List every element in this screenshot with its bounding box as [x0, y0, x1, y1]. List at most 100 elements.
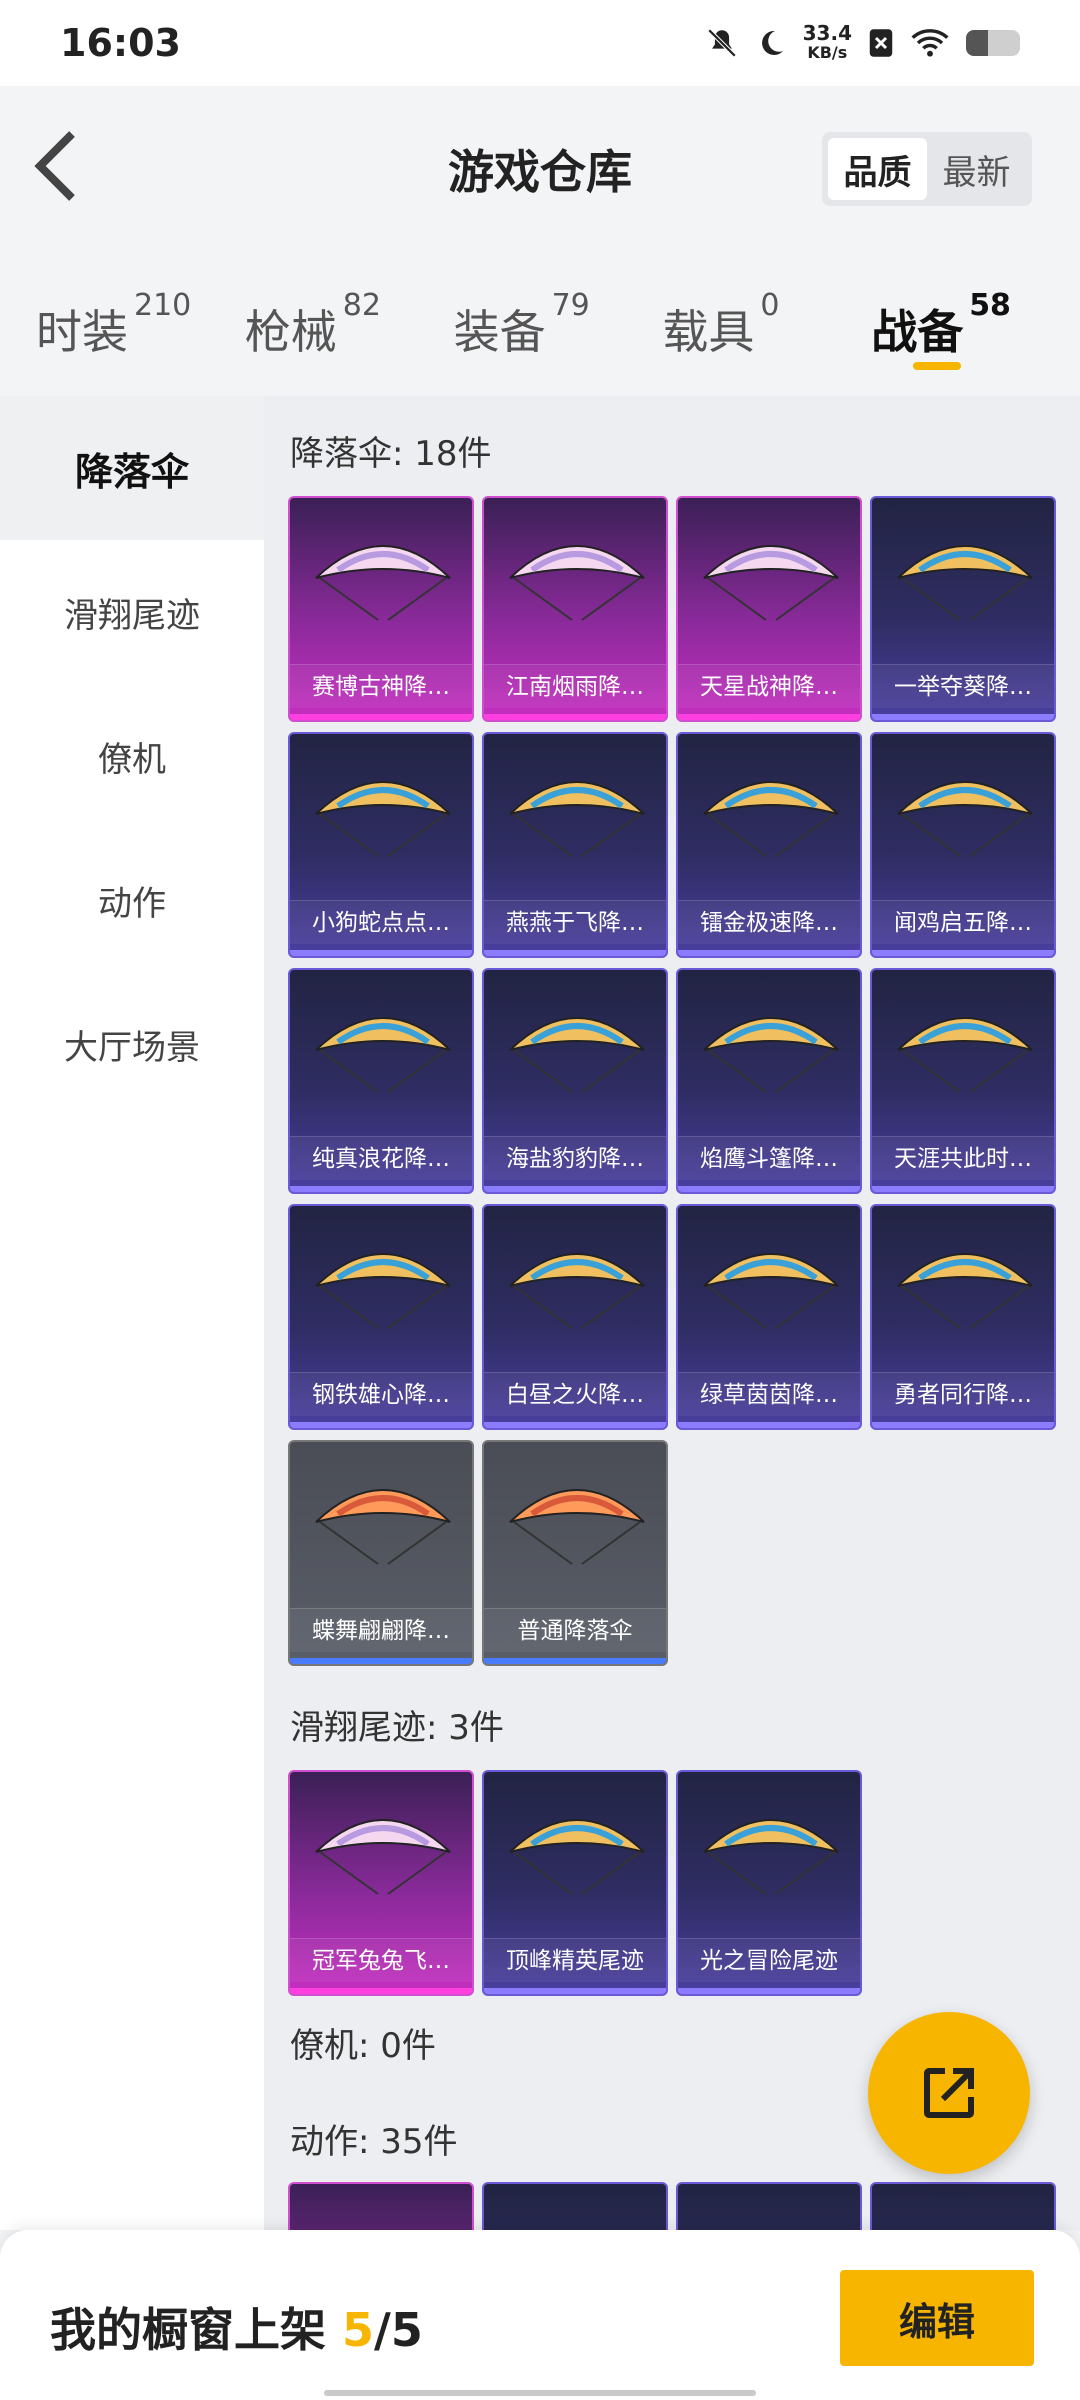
- rarity-bar: [484, 950, 666, 956]
- item-list[interactable]: 降落伞: 18件 滑翔尾迹: 3件 僚机: 0件 动作: 35件 赛博古神降… 江…: [264, 396, 1080, 2230]
- edit-button[interactable]: 编辑: [840, 2270, 1034, 2366]
- parachute-art-icon: [703, 1017, 839, 1093]
- rarity-bar: [290, 950, 472, 956]
- rarity-bar: [872, 950, 1054, 956]
- notification-close-icon: [869, 29, 893, 57]
- sort-newest-option[interactable]: 最新: [927, 138, 1026, 200]
- active-tab-underline: [913, 362, 962, 370]
- item-name: 海盐豹豹降…: [484, 1136, 666, 1180]
- rarity-bar: [290, 1422, 472, 1428]
- parachute-art-icon: [897, 1017, 1033, 1093]
- parachute-art-icon: [703, 545, 839, 621]
- parachute-art-icon: [703, 781, 839, 857]
- parachute-art-icon: [703, 1819, 839, 1895]
- item-name: 光之冒险尾迹: [678, 1938, 860, 1982]
- rarity-bar: [678, 714, 860, 720]
- item-card[interactable]: 顶峰精英尾迹: [482, 1770, 668, 1996]
- home-indicator[interactable]: [324, 2390, 756, 2396]
- moon-icon: [761, 30, 783, 55]
- item-card[interactable]: 海盐豹豹降…: [482, 968, 668, 1194]
- tab-equipment[interactable]: 装备 79: [454, 246, 663, 396]
- item-name: 勇者同行降…: [872, 1372, 1054, 1416]
- sidebar-item-parachute[interactable]: 降落伞: [0, 396, 264, 540]
- tab-battle-gear[interactable]: 战备 58: [871, 246, 1080, 396]
- item-name: 钢铁雄心降…: [290, 1372, 472, 1416]
- item-name: 冠军兔兔飞…: [290, 1938, 472, 1982]
- tab-vehicles[interactable]: 载具 0: [662, 246, 871, 396]
- rarity-bar: [872, 1422, 1054, 1428]
- tab-weapons[interactable]: 枪械 82: [245, 246, 454, 396]
- parachute-art-icon: [315, 1819, 451, 1895]
- rarity-bar: [872, 1186, 1054, 1192]
- item-card[interactable]: 天涯共此时…: [870, 968, 1056, 1194]
- status-icons: 33.4 KB/s: [705, 23, 1020, 63]
- sidebar-item-wingman[interactable]: 僚机: [0, 684, 264, 828]
- parachute-art-icon: [315, 545, 451, 621]
- item-card[interactable]: 光之冒险尾迹: [676, 1770, 862, 1996]
- rarity-bar: [484, 1988, 666, 1994]
- parachute-art-icon: [509, 545, 645, 621]
- item-name: 天涯共此时…: [872, 1136, 1054, 1180]
- item-name: 绿草茵茵降…: [678, 1372, 860, 1416]
- item-card[interactable]: 勇者同行降…: [870, 1204, 1056, 1430]
- sidebar-item-emote[interactable]: 动作: [0, 828, 264, 972]
- sidebar-item-lobby-scene[interactable]: 大厅场景: [0, 972, 264, 1116]
- item-card[interactable]: [870, 2182, 1056, 2230]
- item-card[interactable]: 闻鸡启五降…: [870, 732, 1056, 958]
- item-card[interactable]: [482, 2182, 668, 2230]
- item-name: 小狗蛇点点…: [290, 900, 472, 944]
- showcase-bar: 我的橱窗上架 5/5 编辑: [0, 2230, 1080, 2400]
- parachute-art-icon: [509, 1017, 645, 1093]
- item-card[interactable]: 蝶舞翩翩降…: [288, 1440, 474, 1666]
- rarity-bar: [484, 1422, 666, 1428]
- item-card[interactable]: 燕燕于飞降…: [482, 732, 668, 958]
- wifi-icon: [911, 29, 949, 57]
- rarity-bar: [678, 1988, 860, 1994]
- item-name: 闻鸡启五降…: [872, 900, 1054, 944]
- item-card[interactable]: 绿草茵茵降…: [676, 1204, 862, 1430]
- section-title-parachute: 降落伞: 18件: [290, 434, 492, 474]
- share-button[interactable]: [868, 2012, 1030, 2174]
- item-card[interactable]: 钢铁雄心降…: [288, 1204, 474, 1430]
- rarity-bar: [678, 1422, 860, 1428]
- item-card[interactable]: 小狗蛇点点…: [288, 732, 474, 958]
- item-card[interactable]: 冠军兔兔飞…: [288, 1770, 474, 1996]
- item-card[interactable]: 江南烟雨降…: [482, 496, 668, 722]
- item-name: 江南烟雨降…: [484, 664, 666, 708]
- rarity-bar: [678, 1186, 860, 1192]
- tab-fashion[interactable]: 时装 210: [36, 246, 245, 396]
- item-card[interactable]: 天星战神降…: [676, 496, 862, 722]
- rarity-bar: [872, 714, 1054, 720]
- category-tabs: 时装 210 枪械 82 装备 79 载具 0 战备 58: [0, 246, 1080, 396]
- parachute-art-icon: [315, 1489, 451, 1565]
- sidebar: 降落伞 滑翔尾迹 僚机 动作 大厅场景: [0, 396, 264, 2230]
- item-card[interactable]: 焰鹰斗篷降…: [676, 968, 862, 1194]
- section-title-glide-trail: 滑翔尾迹: 3件: [290, 1708, 504, 1748]
- item-name: 赛博古神降…: [290, 664, 472, 708]
- parachute-art-icon: [897, 545, 1033, 621]
- sort-toggle[interactable]: 品质 最新: [822, 132, 1032, 206]
- item-card[interactable]: 赛博古神降…: [288, 496, 474, 722]
- parachute-art-icon: [315, 1017, 451, 1093]
- parachute-art-icon: [315, 1253, 451, 1329]
- sort-quality-option[interactable]: 品质: [828, 138, 927, 200]
- item-card[interactable]: 镭金极速降…: [676, 732, 862, 958]
- status-bar: 16:03 33.4 KB/s: [0, 0, 1080, 86]
- parachute-art-icon: [897, 781, 1033, 857]
- parachute-art-icon: [509, 781, 645, 857]
- item-name: 焰鹰斗篷降…: [678, 1136, 860, 1180]
- sidebar-item-glide-trail[interactable]: 滑翔尾迹: [0, 540, 264, 684]
- item-card[interactable]: 普通降落伞: [482, 1440, 668, 1666]
- item-name: 蝶舞翩翩降…: [290, 1608, 472, 1652]
- item-name: 天星战神降…: [678, 664, 860, 708]
- section-title-wingman: 僚机: 0件: [290, 2026, 436, 2066]
- item-card[interactable]: [676, 2182, 862, 2230]
- share-external-icon: [924, 2068, 974, 2118]
- item-card[interactable]: 纯真浪花降…: [288, 968, 474, 1194]
- item-name: 白昼之火降…: [484, 1372, 666, 1416]
- item-card[interactable]: 白昼之火降…: [482, 1204, 668, 1430]
- item-card[interactable]: [288, 2182, 474, 2230]
- item-card[interactable]: 一举夺葵降…: [870, 496, 1056, 722]
- status-time: 16:03: [60, 21, 181, 65]
- parachute-art-icon: [509, 1253, 645, 1329]
